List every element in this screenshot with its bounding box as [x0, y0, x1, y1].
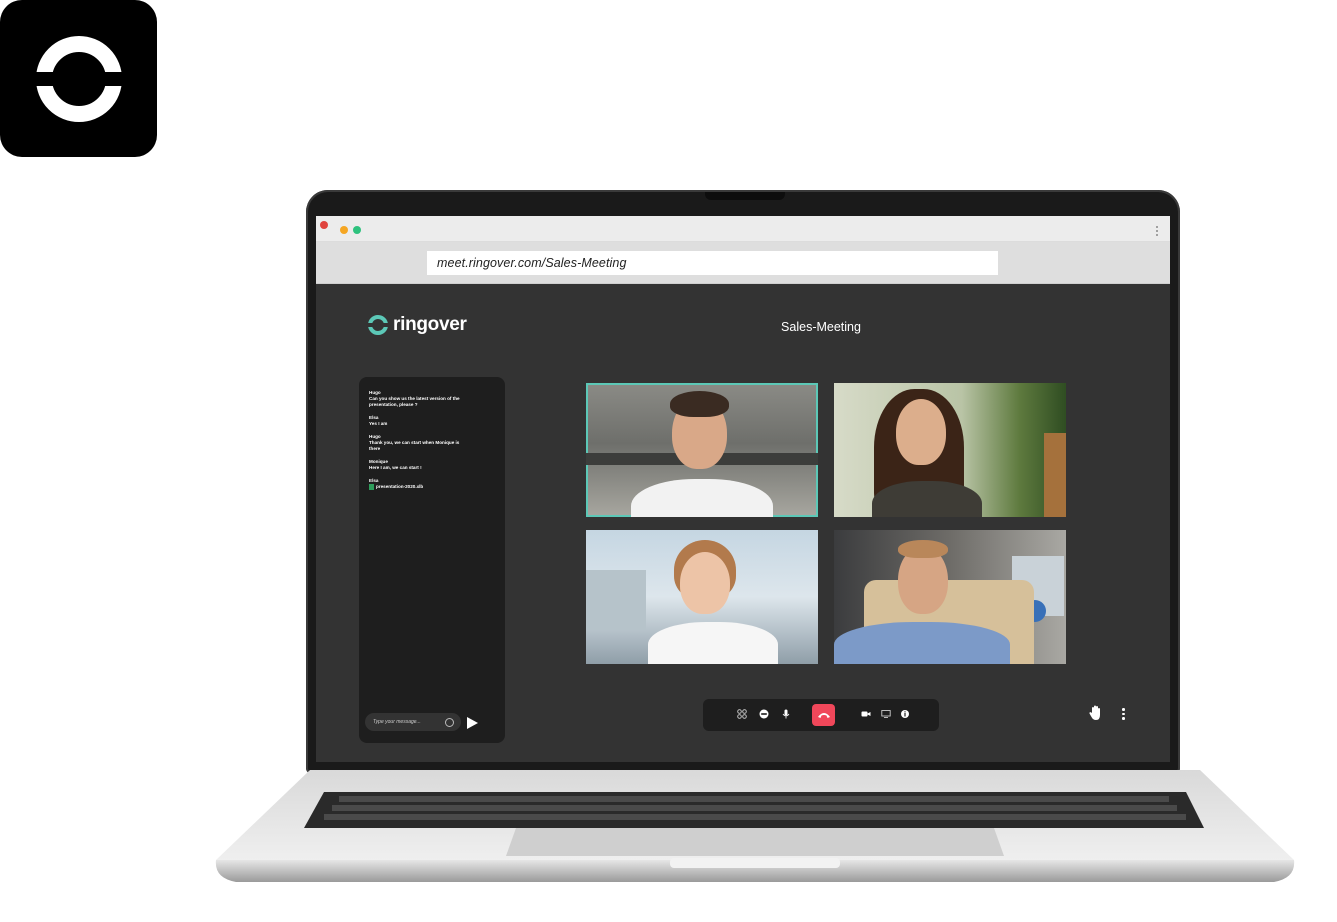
camera-icon[interactable]	[861, 709, 871, 719]
meeting-title: Sales-Meeting	[781, 320, 861, 334]
minus-circle-icon[interactable]	[759, 709, 769, 719]
participant-body	[648, 622, 778, 664]
participant-body	[834, 622, 1010, 664]
participant-body	[872, 481, 982, 517]
minimize-window-dot[interactable]	[340, 226, 348, 234]
close-window-dot[interactable]	[320, 221, 328, 229]
laptop: meet.ringover.com/Sales-Meeting ringover…	[306, 190, 1180, 774]
info-icon[interactable]	[900, 709, 910, 719]
chat-message: Hugo Can you show us the latest version …	[369, 390, 495, 408]
ringover-logo-icon	[34, 35, 123, 122]
raise-hand-icon[interactable]	[1089, 705, 1103, 721]
participant-hair	[670, 391, 729, 417]
file-name: presentation-2020.xlb	[376, 484, 424, 489]
spreadsheet-file-icon	[369, 484, 374, 490]
ringover-app-icon	[0, 0, 157, 157]
more-options-icon[interactable]	[1122, 708, 1125, 720]
microphone-icon[interactable]	[781, 709, 791, 719]
camera-notch	[705, 192, 785, 200]
ringover-brand-icon	[367, 315, 389, 335]
video-tile-participant-2[interactable]	[834, 383, 1066, 517]
logo-text: ringover	[393, 314, 467, 335]
video-tile-participant-3[interactable]	[586, 530, 818, 664]
chat-message: Elsa presentation-2020.xlb	[369, 478, 495, 490]
hangup-button[interactable]	[812, 704, 835, 726]
chat-panel: Hugo Can you show us the latest version …	[359, 377, 505, 743]
chat-message: Hugo Thank you, we can start when Moniqu…	[369, 434, 495, 452]
message-text: Here I am, we can start !	[369, 465, 422, 470]
maximize-window-dot[interactable]	[353, 226, 361, 234]
participant-hair	[898, 540, 948, 558]
send-icon[interactable]	[467, 717, 478, 729]
hangup-icon	[817, 713, 830, 718]
file-attachment[interactable]: presentation-2020.xlb	[369, 484, 495, 490]
chat-message: Elsa Yes I am	[369, 415, 495, 427]
chat-message: Monique Here I am, we can start !	[369, 459, 495, 471]
participant-body	[631, 479, 773, 517]
grid-icon[interactable]	[737, 709, 747, 719]
emoji-icon[interactable]	[445, 718, 454, 727]
screen-share-icon[interactable]	[881, 709, 891, 719]
call-toolbar	[703, 699, 939, 731]
browser-menu-icon[interactable]	[1156, 226, 1160, 236]
participant-head	[680, 552, 730, 614]
browser-address-bar: meet.ringover.com/Sales-Meeting	[316, 242, 1170, 284]
participant-head	[896, 399, 946, 465]
laptop-keyboard-base	[215, 770, 1295, 882]
message-text: Yes I am	[369, 421, 388, 426]
ringover-logo: ringover	[367, 314, 467, 336]
video-tile-participant-1[interactable]	[586, 383, 818, 517]
laptop-screen: meet.ringover.com/Sales-Meeting ringover…	[316, 216, 1170, 762]
video-tile-participant-4[interactable]	[834, 530, 1066, 664]
url-field[interactable]: meet.ringover.com/Sales-Meeting	[427, 251, 998, 275]
browser-tab-bar	[316, 216, 1170, 242]
message-text: Thank you, we can start when Monique is …	[369, 440, 460, 451]
message-text: Can you show us the latest version of th…	[369, 396, 460, 407]
